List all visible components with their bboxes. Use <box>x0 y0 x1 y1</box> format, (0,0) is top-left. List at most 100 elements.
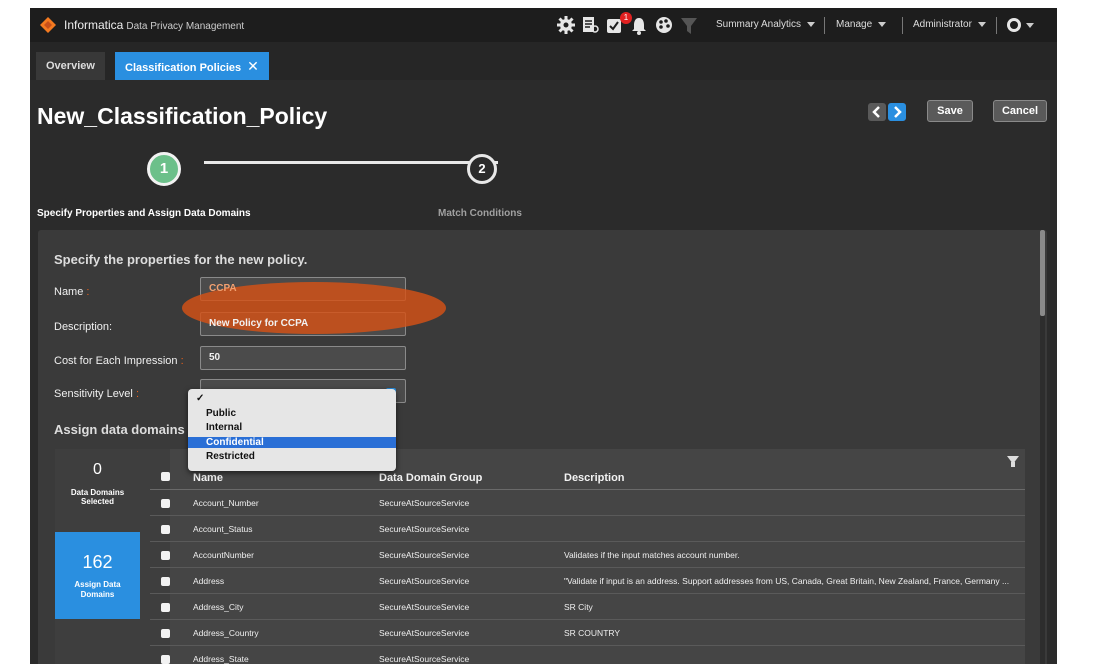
informatica-logo-icon <box>40 17 56 33</box>
menu-administrator[interactable]: Administrator <box>913 19 986 30</box>
divider <box>996 17 997 34</box>
cell-name: Account_Status <box>193 524 253 534</box>
app-window: Informatica Data Privacy Management 1 Su… <box>30 8 1057 664</box>
chevron-left-icon <box>872 106 880 118</box>
cell-name: Address_City <box>193 602 244 612</box>
selected-count-label: Data Domains Selected <box>70 488 125 506</box>
row-checkbox[interactable] <box>161 525 170 534</box>
description-label: Description: <box>54 321 113 333</box>
step-1-indicator[interactable]: 1 <box>147 152 181 186</box>
chevron-down-icon <box>977 21 986 27</box>
assign-count-label: Assign Data Domains <box>74 580 121 599</box>
cell-name: Address_State <box>193 654 249 664</box>
close-icon[interactable]: ✕ <box>247 58 259 74</box>
cell-group: SecureAtSourceService <box>379 654 470 664</box>
assign-domains-heading: Assign data domains to <box>54 422 201 437</box>
assign-count: 162 <box>82 552 113 572</box>
step-2-label: Match Conditions <box>438 208 522 219</box>
cell-description: SR COUNTRY <box>564 628 621 638</box>
top-bar: Informatica Data Privacy Management 1 Su… <box>30 8 1057 42</box>
row-checkbox[interactable] <box>161 551 170 560</box>
row-checkbox[interactable] <box>161 577 170 586</box>
divider <box>902 17 903 34</box>
cell-group: SecureAtSourceService <box>379 602 470 612</box>
divider <box>824 17 825 34</box>
chevron-down-icon <box>1026 23 1034 28</box>
report-icon[interactable] <box>581 15 599 35</box>
menu-manage[interactable]: Manage <box>836 19 887 30</box>
step-2-indicator[interactable]: 2 <box>467 154 497 184</box>
cancel-button[interactable]: Cancel <box>993 100 1047 122</box>
chevron-down-icon <box>807 21 816 27</box>
sensitivity-label: Sensitivity Level : <box>54 388 139 400</box>
palette-icon[interactable] <box>654 15 674 35</box>
page-title: New_Classification_Policy <box>37 103 328 129</box>
scrollbar-thumb[interactable] <box>1040 230 1045 316</box>
cell-description: Validates if the input matches account n… <box>564 550 740 560</box>
step-1-label: Specify Properties and Assign Data Domai… <box>37 208 251 219</box>
cell-group: SecureAtSourceService <box>379 524 470 534</box>
save-button[interactable]: Save <box>927 100 973 122</box>
row-checkbox[interactable] <box>161 603 170 612</box>
tab-bar: Overview Classification Policies ✕ <box>30 42 1057 80</box>
app-brand[interactable]: Informatica Data Privacy Management <box>64 18 244 32</box>
option-internal[interactable]: Internal <box>188 422 396 433</box>
tab-overview[interactable]: Overview <box>36 52 105 80</box>
table-row[interactable]: Address_City SecureAtSourceService SR City <box>150 594 1025 620</box>
table-row[interactable]: AccountNumber SecureAtSourceService Valida… <box>150 542 1025 568</box>
column-header-group[interactable]: Data Domain Group <box>379 472 482 484</box>
table-row[interactable]: Account_Number SecureAtSourceService <box>150 490 1025 516</box>
bell-icon[interactable] <box>630 16 648 36</box>
sensitivity-dropdown: ✓ Public Internal Confidential Restricte… <box>188 389 396 471</box>
required-marker: : <box>86 286 90 298</box>
filter-funnel-icon[interactable] <box>680 16 698 36</box>
help-menu[interactable] <box>1006 17 1046 35</box>
next-button[interactable] <box>888 103 906 121</box>
cell-group: SecureAtSourceService <box>379 550 470 560</box>
name-value[interactable]: CCPA <box>200 277 406 301</box>
description-value[interactable]: New Policy for CCPA <box>200 312 406 336</box>
cell-description: "Validate if input is an address. Suppor… <box>564 576 1010 586</box>
table-row[interactable]: Account_Status SecureAtSourceService <box>150 516 1025 542</box>
assign-data-domains-tile[interactable]: 162 Assign Data Domains <box>55 532 140 619</box>
option-public[interactable]: Public <box>188 408 396 419</box>
help-icon <box>1007 18 1021 32</box>
dropdown-check[interactable]: ✓ <box>188 393 396 404</box>
column-header-name[interactable]: Name <box>193 472 223 484</box>
menu-summary-analytics[interactable]: Summary Analytics <box>716 19 816 30</box>
column-header-description[interactable]: Description <box>564 472 625 484</box>
name-label: Name : <box>54 286 90 298</box>
required-marker: : <box>135 388 139 400</box>
option-confidential[interactable]: Confidential <box>188 436 396 448</box>
gear-icon[interactable] <box>556 15 576 35</box>
row-checkbox[interactable] <box>161 655 170 664</box>
cell-description: SR City <box>564 602 593 612</box>
row-checkbox[interactable] <box>161 499 170 508</box>
row-checkbox[interactable] <box>161 629 170 638</box>
cell-group: SecureAtSourceService <box>379 628 470 638</box>
previous-button[interactable] <box>868 103 886 121</box>
product-name: Data Privacy Management <box>126 21 245 32</box>
cost-label: Cost for Each Impression : <box>54 355 184 367</box>
brand-name: Informatica <box>64 18 124 32</box>
option-restricted[interactable]: Restricted <box>188 451 396 462</box>
chevron-down-icon <box>878 21 887 27</box>
cell-name: Address_Country <box>193 628 259 638</box>
tab-classification-policies[interactable]: Classification Policies ✕ <box>115 52 269 80</box>
cell-name: Account_Number <box>193 498 259 508</box>
form-intro: Specify the properties for the new polic… <box>54 252 308 267</box>
cost-field[interactable]: 50 <box>200 346 406 370</box>
cell-group: SecureAtSourceService <box>379 576 470 586</box>
table-row[interactable]: Address_State SecureAtSourceService <box>150 646 1025 664</box>
cell-group: SecureAtSourceService <box>379 498 470 508</box>
required-marker: : <box>180 355 184 367</box>
table-row[interactable]: Address_Country SecureAtSourceService SR C… <box>150 620 1025 646</box>
selected-count: 0 <box>93 461 102 478</box>
cell-name: Address <box>193 576 225 586</box>
chevron-right-icon <box>894 106 902 118</box>
select-all-checkbox[interactable] <box>161 472 170 481</box>
stepper-line <box>204 161 498 164</box>
cell-name: AccountNumber <box>193 550 254 560</box>
table-filter-icon-stem <box>1011 462 1015 467</box>
table-row[interactable]: Address SecureAtSourceService "Validate if… <box>150 568 1025 594</box>
